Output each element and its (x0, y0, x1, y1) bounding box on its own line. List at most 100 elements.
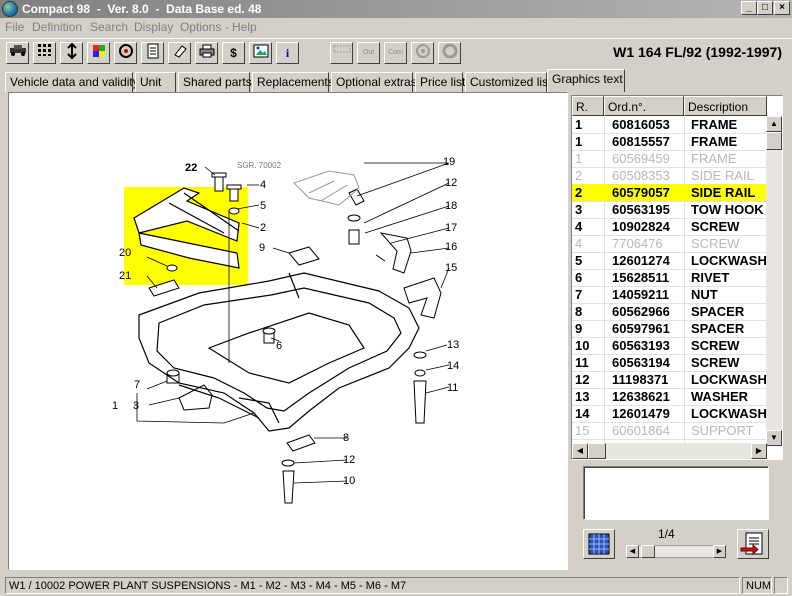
merge-arrow-icon (66, 42, 77, 60)
tab-optional-extras[interactable]: Optional extras (331, 72, 417, 92)
image-icon-button[interactable] (249, 42, 272, 64)
column-header-r[interactable]: R. (572, 96, 604, 116)
scroll-up-button[interactable]: ▲ (766, 116, 782, 132)
cell-ord: 60597961 (612, 321, 670, 336)
callout-11: 11 (447, 382, 458, 394)
menu-bar: File Definition Search Display Options -… (0, 18, 792, 37)
document-icon (147, 43, 158, 59)
info-button[interactable]: i (276, 42, 299, 64)
table-row[interactable]: 13 12638621 WASHER (572, 388, 767, 405)
tab-price-list[interactable]: Price list (415, 72, 465, 92)
vertical-scrollbar[interactable]: ▲ ▼ (766, 116, 782, 446)
cell-ord: 12638621 (612, 389, 670, 404)
page-next-button[interactable]: ▶ (713, 545, 726, 558)
table-row[interactable]: 14 12601479 LOCKWASH (572, 405, 767, 422)
callout-12-top: 12 (445, 177, 457, 189)
table-row[interactable]: 1 60816053 FRAME (572, 116, 767, 133)
tab-replacements[interactable]: Replacements (252, 72, 334, 92)
merge-icon-button[interactable] (60, 42, 83, 64)
page-slider[interactable]: ◀ ▶ (626, 545, 726, 558)
table-view-button[interactable] (583, 529, 615, 559)
status-bar: W1 / 10002 POWER PLANT SUSPENSIONS - M1 … (0, 576, 792, 596)
tab-unit[interactable]: Unit (135, 72, 176, 92)
menu-file[interactable]: File (5, 20, 24, 34)
disabled-tool-button-1[interactable] (330, 42, 353, 64)
colors-icon-button[interactable] (87, 42, 110, 64)
cell-ord: 15628511 (612, 270, 670, 285)
disabled-wheel-button[interactable] (411, 42, 434, 64)
cell-r: 2 (575, 185, 583, 200)
table-row[interactable]: 1 60569459 FRAME (572, 150, 767, 167)
table-grid-icon (588, 533, 610, 555)
eraser-icon-button[interactable] (168, 42, 191, 64)
scroll-down-button[interactable]: ▼ (766, 430, 782, 446)
scroll-right-button[interactable]: ▶ (751, 443, 767, 459)
grid-icon-button[interactable] (33, 42, 56, 64)
subframe-main[interactable] (138, 272, 420, 432)
table-row[interactable]: 10 60563193 SCREW (572, 337, 767, 354)
vertical-scroll-thumb[interactable] (766, 132, 782, 150)
menu-display[interactable]: Display (134, 20, 173, 34)
callout-4: 4 (260, 179, 266, 191)
column-header-ord[interactable]: Ord.n°. (604, 96, 684, 116)
horizontal-scrollbar[interactable]: ◀ ▶ (572, 443, 767, 459)
tab-shared-parts[interactable]: Shared parts (178, 72, 252, 92)
eraser-icon (173, 45, 187, 58)
table-row[interactable]: 4 7706476 SCREW (572, 235, 767, 252)
table-row[interactable]: 8 60562966 SPACER (572, 303, 767, 320)
vehicle-icon (9, 45, 26, 56)
disabled-com-button[interactable]: Com (384, 42, 407, 64)
vehicle-model-label: W1 164 FL/92 (1992-1997) (613, 44, 782, 60)
tab-customized-lists[interactable]: Customized lists (465, 72, 557, 92)
part-notes-textbox[interactable] (583, 466, 769, 520)
cell-r: 3 (575, 202, 583, 217)
table-row[interactable]: 7 14059211 NUT (572, 286, 767, 303)
cell-ord: 60601864 (612, 423, 670, 438)
minimize-button[interactable]: _ (741, 1, 757, 15)
cell-r: 14 (575, 406, 590, 421)
status-empty-pane (774, 577, 788, 594)
table-row[interactable]: 3 60563195 TOW HOOK (572, 201, 767, 218)
horizontal-scroll-thumb[interactable] (588, 443, 606, 459)
export-document-button[interactable] (737, 529, 769, 559)
table-row[interactable]: 12 11198371 LOCKWASH (572, 371, 767, 388)
disabled-tyre-button[interactable] (438, 42, 461, 64)
menu-search[interactable]: Search (90, 20, 128, 34)
cell-r: 5 (575, 253, 583, 268)
steering-icon-button[interactable] (114, 42, 137, 64)
scroll-left-button[interactable]: ◀ (572, 443, 588, 459)
page-prev-button[interactable]: ◀ (626, 545, 639, 558)
table-row[interactable]: 5 12601274 LOCKWASH (572, 252, 767, 269)
table-row[interactable]: 11 60563194 SCREW (572, 354, 767, 371)
table-row[interactable]: 2 60508353 SIDE RAIL (572, 167, 767, 184)
cell-ord: 60563193 (612, 338, 670, 353)
cell-r: 13 (575, 389, 590, 404)
column-header-description[interactable]: Description (684, 96, 767, 116)
app-globe-icon[interactable] (2, 1, 18, 17)
tab-vehicle-data[interactable]: Vehicle data and validity (5, 72, 139, 92)
menu-options[interactable]: Options (180, 20, 221, 34)
vehicle-icon-button[interactable] (6, 42, 29, 64)
callout-17: 17 (445, 222, 457, 234)
price-button[interactable]: $ (222, 42, 245, 64)
print-icon-button[interactable] (195, 42, 218, 64)
menu-help[interactable]: Help (232, 20, 257, 34)
table-row[interactable]: 4 10902824 SCREW (572, 218, 767, 235)
table-row[interactable]: 9 60597961 SPACER (572, 320, 767, 337)
tab-graphics-text[interactable]: Graphics text (547, 69, 625, 92)
table-row-selected[interactable]: 2 60579057 SIDE RAIL (572, 184, 767, 201)
table-row[interactable]: 15 60601864 SUPPORT (572, 422, 767, 439)
cell-ord: 60816053 (612, 117, 670, 132)
title-bar: Compact 98 - Ver. 8.0 - Data Base ed. 48… (0, 0, 792, 18)
disabled-out-button[interactable]: Out (357, 42, 380, 64)
page-slider-thumb[interactable] (641, 545, 655, 558)
maximize-button[interactable]: □ (757, 1, 773, 15)
cell-r: 10 (575, 338, 590, 353)
table-row[interactable]: 6 15628511 RIVET (572, 269, 767, 286)
grid-icon (37, 44, 51, 56)
table-row[interactable]: 1 60815557 FRAME (572, 133, 767, 150)
document-icon-button[interactable] (141, 42, 164, 64)
callout-19: 19 (443, 156, 455, 168)
close-button[interactable]: × (774, 1, 790, 15)
menu-definition[interactable]: Definition (32, 20, 82, 34)
